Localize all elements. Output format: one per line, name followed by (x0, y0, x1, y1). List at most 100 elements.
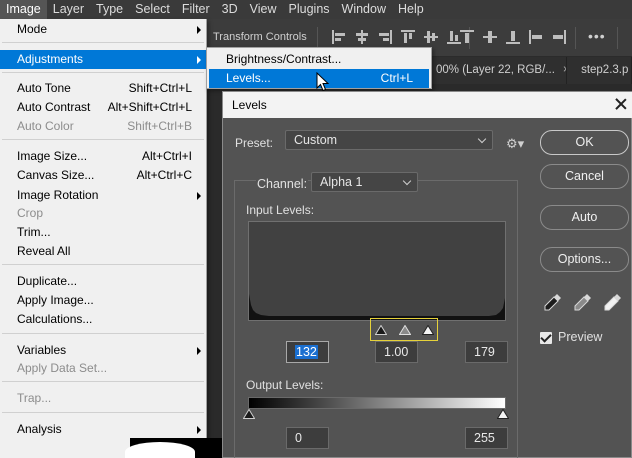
ok-button[interactable]: OK (540, 130, 629, 155)
align-left-icon[interactable] (332, 30, 346, 44)
output-black-field[interactable]: 0 (286, 427, 329, 449)
input-white-slider-handle[interactable] (422, 325, 434, 335)
menu-item-label: Auto Tone (17, 81, 71, 95)
output-black-value: 0 (295, 431, 302, 445)
submenu-arrow-icon (197, 347, 201, 355)
black-point-eyedropper-icon[interactable] (543, 292, 563, 312)
menu-item-label: Reveal All (17, 244, 71, 258)
input-gamma-field[interactable]: 1.00 (375, 341, 418, 363)
output-white-slider-handle[interactable] (497, 409, 509, 419)
document-tab[interactable]: 00% (Layer 22, RGB/...× (430, 57, 568, 84)
align-top-icon[interactable] (401, 30, 415, 44)
menu-item-image-rotation[interactable]: Image Rotation (0, 186, 206, 205)
dialog-title: Levels (232, 98, 267, 112)
options-divider (617, 27, 618, 49)
menu-item-image-size[interactable]: Image Size... Alt+Ctrl+I (0, 147, 206, 166)
menu-item-shortcut: Alt+Shift+Ctrl+L (107, 100, 192, 114)
output-black-slider-handle[interactable] (243, 409, 255, 419)
menu-item-label: Trap... (17, 391, 52, 405)
menu-item-canvas-size[interactable]: Canvas Size... Alt+Ctrl+C (0, 166, 206, 185)
preset-select[interactable]: Custom (285, 130, 493, 150)
align-center-horizontal-icon[interactable] (355, 30, 369, 44)
menu-help[interactable]: Help (392, 0, 430, 19)
menu-item-shortcut: Alt+Ctrl+I (141, 149, 192, 163)
menu-plugins[interactable]: Plugins (283, 0, 336, 19)
auto-button[interactable]: Auto (540, 205, 629, 230)
menu-item-label: Levels... (226, 71, 271, 85)
menu-3d[interactable]: 3D (216, 0, 244, 19)
menu-item-apply-image[interactable]: Apply Image... (0, 291, 206, 310)
menu-window[interactable]: Window (336, 0, 392, 19)
submenu-arrow-icon (197, 26, 201, 34)
input-black-slider-handle[interactable] (375, 325, 387, 335)
menu-separator (2, 72, 204, 73)
menu-filter[interactable]: Filter (176, 0, 216, 19)
input-levels-label: Input Levels: (246, 203, 315, 217)
menu-item-calculations[interactable]: Calculations... (0, 310, 206, 329)
cancel-button[interactable]: Cancel (540, 164, 629, 189)
options-button[interactable]: Options... (540, 247, 629, 272)
chevron-down-icon (402, 176, 412, 186)
distribute-bottom-icon[interactable] (506, 30, 520, 44)
document-tab[interactable]: step2.3.p (567, 57, 632, 84)
canvas-area (125, 438, 222, 458)
histogram (248, 221, 506, 321)
channel-label: Channel: (256, 177, 309, 191)
menu-item-brightness-contrast[interactable]: Brightness/Contrast... (209, 50, 429, 69)
dialog-title-bar[interactable]: Levels (223, 92, 632, 118)
input-gamma-value: 1.00 (384, 345, 409, 359)
distribute-right-icon[interactable] (552, 30, 566, 44)
gear-icon[interactable]: ⚙▾ (506, 136, 524, 152)
menu-separator (2, 412, 204, 413)
distribute-vertical-icon[interactable] (483, 30, 497, 44)
output-white-field[interactable]: 255 (465, 427, 508, 449)
menu-type[interactable]: Type (90, 0, 129, 19)
white-point-eyedropper-icon[interactable] (603, 292, 623, 312)
distribute-top-icon[interactable] (460, 30, 474, 44)
menu-item-label: Mode (17, 22, 48, 36)
input-white-value: 179 (474, 345, 495, 359)
more-options-icon[interactable]: ••• (588, 28, 606, 44)
menu-item-analysis[interactable]: Analysis (0, 420, 206, 439)
gray-point-eyedropper-icon[interactable] (573, 292, 593, 312)
menu-item-reveal-all[interactable]: Reveal All (0, 242, 206, 261)
distribute-left-icon[interactable] (529, 30, 543, 44)
menu-image[interactable]: Image (0, 0, 47, 19)
close-icon[interactable] (613, 96, 629, 112)
document-tabs: 00% (Layer 22, RGB/...× step2.3.p (430, 57, 632, 84)
menu-layer[interactable]: Layer (47, 0, 90, 19)
menu-item-duplicate[interactable]: Duplicate... (0, 272, 206, 291)
menu-item-label: Trim... (17, 225, 51, 239)
menu-item-adjustments[interactable]: Adjustments (0, 50, 206, 69)
menu-item-auto-contrast[interactable]: Auto Contrast Alt+Shift+Ctrl+L (0, 98, 206, 117)
align-right-icon[interactable] (378, 30, 392, 44)
align-bottom-icon[interactable] (447, 30, 461, 44)
menu-item-label: Calculations... (17, 312, 93, 326)
menu-separator (2, 333, 204, 334)
menu-item-crop: Crop (0, 204, 206, 223)
align-center-vertical-icon[interactable] (424, 30, 438, 44)
output-levels-label: Output Levels: (246, 378, 324, 392)
preview-checkbox[interactable] (540, 332, 552, 344)
document-tab-label: step2.3.p (581, 64, 629, 76)
input-white-field[interactable]: 179 (465, 341, 508, 363)
menu-item-mode[interactable]: Mode (0, 20, 206, 39)
menu-item-variables[interactable]: Variables (0, 341, 206, 360)
menu-select[interactable]: Select (129, 0, 176, 19)
input-black-field[interactable]: 132 (286, 341, 329, 363)
menu-view[interactable]: View (244, 0, 283, 19)
output-gradient-bar (248, 397, 506, 409)
menu-item-label: Canvas Size... (17, 168, 95, 182)
output-white-value: 255 (474, 431, 495, 445)
menu-item-label: Adjustments (17, 52, 84, 66)
input-gamma-slider-handle[interactable] (399, 325, 411, 335)
menu-item-auto-tone[interactable]: Auto Tone Shift+Ctrl+L (0, 79, 206, 98)
transform-controls-label[interactable]: Transform Controls (213, 31, 307, 43)
image-menu-dropdown: Mode Adjustments Auto Tone Shift+Ctrl+L … (0, 19, 207, 458)
menu-item-apply-data-set: Apply Data Set... (0, 359, 206, 378)
menu-separator (2, 264, 204, 265)
channel-select[interactable]: Alpha 1 (311, 172, 418, 192)
menu-item-label: Duplicate... (17, 274, 78, 288)
menu-item-trim[interactable]: Trim... (0, 223, 206, 242)
menu-item-label: Variables (17, 343, 67, 357)
